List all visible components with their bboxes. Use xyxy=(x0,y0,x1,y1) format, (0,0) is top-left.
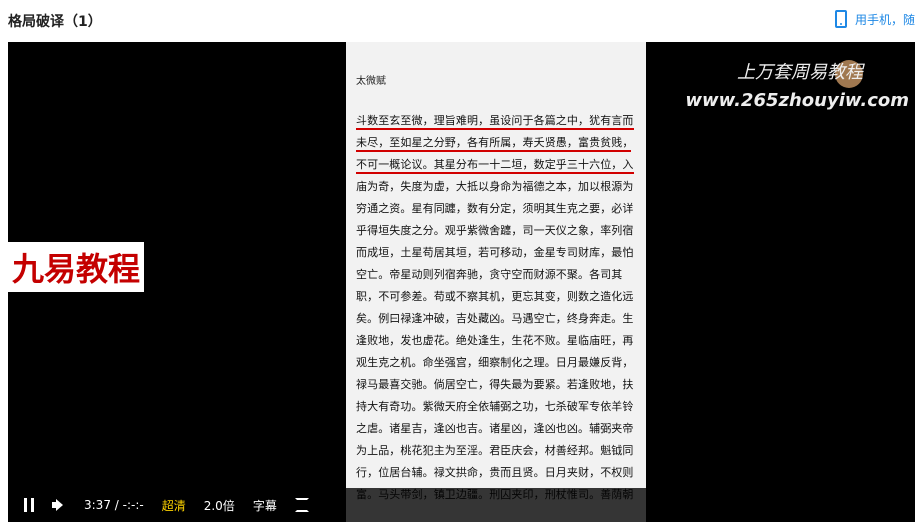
document-line: 穷通之资。星有同躔，数有分定，须明其生克之要，必详 xyxy=(356,202,634,215)
video-controls: 3:37 / -:-:- 超清 2.0倍 字幕 xyxy=(8,488,915,522)
document-line: 为上品，桃花犯主为至淫。君臣庆会，材善经邦。魁钺同 xyxy=(356,444,634,457)
underline xyxy=(356,172,634,174)
pause-icon[interactable] xyxy=(24,498,34,512)
document-line: 矣。例曰禄逢冲破，吉处藏凶。马遇空亡，终身奔走。生 xyxy=(356,312,634,325)
mobile-watch-label: 用手机，随 xyxy=(854,12,915,27)
document-line: 空亡。帝星动则列宿奔驰，贪守空而财源不聚。各司其 xyxy=(356,268,623,281)
document-line: 之虐。诸星吉，逢凶也吉。诸星凶，逢凶也凶。辅弼夹帝 xyxy=(356,422,634,435)
volume-icon[interactable] xyxy=(52,498,66,512)
document-line: 观生克之机。命坐强宫，细察制化之理。日月最嫌反背， xyxy=(356,356,634,369)
mobile-watch-link[interactable]: 用手机，随 xyxy=(834,10,915,28)
document-line: 行，位居台辅。禄文拱命，贵而且贤。日月夹财，不权则 xyxy=(356,466,634,479)
document-line: 而成垣，土星苟居其垣，若可移动，金星专司财库，最怕 xyxy=(356,246,634,259)
quality-button[interactable]: 超清 xyxy=(162,497,186,514)
video-player[interactable]: 太微赋 斗数至玄至微，理旨难明，虽设问于各篇之中，犹有言而 未尽，至如星之分野，各… xyxy=(8,42,915,522)
document-page: 太微赋 斗数至玄至微，理旨难明，虽设问于各篇之中，犹有言而 未尽，至如星之分野，各… xyxy=(346,42,646,522)
speed-button[interactable]: 2.0倍 xyxy=(204,497,235,514)
document-line: 持大有奇功。紫微天府全依辅弼之功，七杀破军专依羊铃 xyxy=(356,400,634,413)
watermark-line-1: 上万套周易教程 xyxy=(737,62,863,83)
subtitle-button[interactable]: 字幕 xyxy=(253,497,277,514)
brand-banner: 九易教程 xyxy=(8,242,145,292)
underline xyxy=(356,150,631,152)
page-header: 格局破译（1） 用手机，随 xyxy=(0,0,915,42)
document-line: 乎得垣失度之分。观乎紫微舍躔，司一天仪之象，率列宿 xyxy=(356,224,634,237)
document-line: 职，不可参差。苟或不察其机，更忘其变，则数之造化远 xyxy=(356,290,634,303)
document-lines: 斗数至玄至微，理旨难明，虽设问于各篇之中，犹有言而 未尽，至如星之分野，各有所属，… xyxy=(356,110,638,506)
phone-icon xyxy=(834,10,847,28)
page-title: 格局破译（1） xyxy=(8,14,102,30)
watermark-line-2: www.265zhouyiw.com xyxy=(685,90,909,111)
time-display: 3:37 / -:-:- xyxy=(84,498,144,512)
document-title: 太微赋 xyxy=(356,76,386,87)
document-line: 禄马最喜交驰。倘居空亡，得失最为要紧。若逢败地，扶 xyxy=(356,378,634,391)
fullscreen-icon[interactable] xyxy=(294,498,309,512)
document-line: 逢败地，发也虚花。绝处逢生，生花不败。星临庙旺，再 xyxy=(356,334,634,347)
document-line: 庙为奇，失度为虚，大抵以身命为福德之本，加以根源为 xyxy=(356,180,634,193)
underline xyxy=(356,128,634,130)
